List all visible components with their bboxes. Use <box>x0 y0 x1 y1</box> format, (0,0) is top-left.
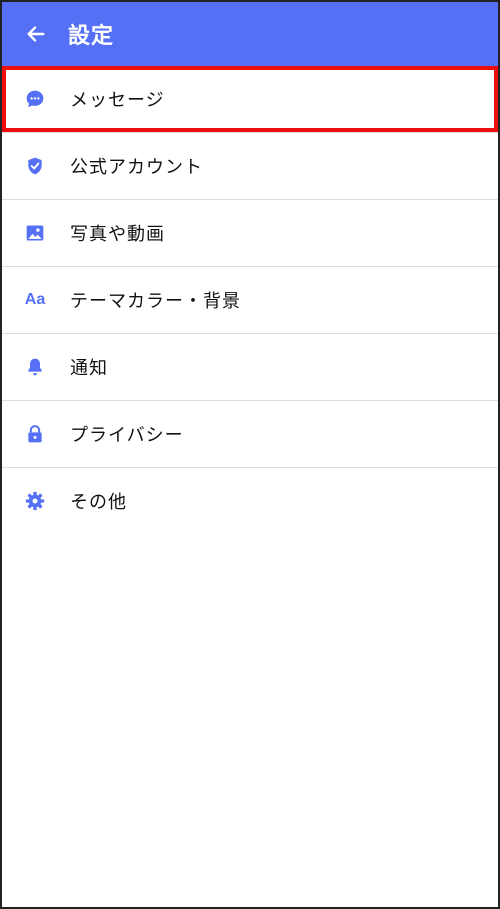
gear-icon <box>24 490 46 512</box>
settings-item-other[interactable]: その他 <box>2 468 498 534</box>
settings-item-privacy[interactable]: プライバシー <box>2 401 498 468</box>
settings-item-label: メッセージ <box>70 90 165 111</box>
font-aa-icon: Aa <box>24 289 46 311</box>
page-title: 設定 <box>68 24 115 49</box>
bell-icon <box>24 356 46 378</box>
settings-item-photos-videos[interactable]: 写真や動画 <box>2 200 498 267</box>
back-button[interactable] <box>22 20 50 48</box>
settings-item-notifications[interactable]: 通知 <box>2 334 498 401</box>
chat-bubble-icon <box>24 88 46 110</box>
settings-item-label: 公式アカウント <box>70 157 203 178</box>
image-icon <box>24 222 46 244</box>
app-frame: 設定 メッセージ 公式アカウント 写真や動画 Aa テーマカラー・背景 通知 プ… <box>0 0 500 909</box>
settings-item-message[interactable]: メッセージ <box>2 66 498 133</box>
font-aa-text: Aa <box>24 291 46 308</box>
settings-item-label: その他 <box>70 492 127 513</box>
settings-list: メッセージ 公式アカウント 写真や動画 Aa テーマカラー・背景 通知 プライバ… <box>2 66 498 534</box>
settings-item-official-account[interactable]: 公式アカウント <box>2 133 498 200</box>
shield-check-icon <box>24 155 46 177</box>
settings-item-label: 通知 <box>70 358 108 379</box>
settings-item-label: プライバシー <box>70 425 184 446</box>
settings-item-theme[interactable]: Aa テーマカラー・背景 <box>2 267 498 334</box>
settings-item-label: テーマカラー・背景 <box>70 291 241 312</box>
app-header: 設定 <box>2 2 498 66</box>
lock-icon <box>24 423 46 445</box>
settings-item-label: 写真や動画 <box>70 224 165 245</box>
arrow-left-icon <box>27 26 45 42</box>
